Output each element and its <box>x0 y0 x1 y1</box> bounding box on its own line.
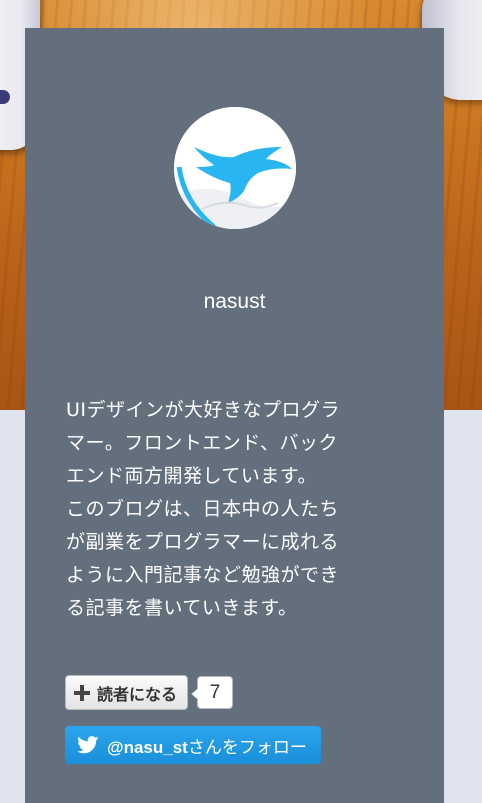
twitter-follow-label: @nasu_stさんをフォロー <box>107 733 307 758</box>
bio-line: このブログは、日本中の人たち <box>66 498 340 520</box>
twitter-follow-button[interactable]: @nasu_stさんをフォロー <box>65 726 321 764</box>
profile-bio: UIデザインが大好きなプログラ マー。フロントエンド、バック エンド両方開発して… <box>66 394 406 625</box>
bio-line: マー。フロントエンド、バック <box>66 432 339 454</box>
subscriber-count: 7 <box>191 676 234 709</box>
avatar[interactable] <box>174 107 296 229</box>
subscribe-widget: 読者になる 7 <box>65 675 234 710</box>
profile-username[interactable]: nasust <box>25 290 444 314</box>
blog-sidebar-page: nasust UIデザインが大好きなプログラ マー。フロントエンド、バック エン… <box>0 0 482 803</box>
bio-line: UIデザインが大好きなプログラ <box>66 399 341 421</box>
subscribe-button[interactable]: 読者になる <box>65 675 189 710</box>
twitter-follow-suffix: さんをフォロー <box>187 737 307 758</box>
twitter-bird-icon <box>77 736 99 754</box>
plus-icon <box>74 684 90 701</box>
bio-line: ように入門記事など勉強ができ <box>66 564 340 586</box>
book-cover-edge <box>0 90 10 104</box>
profile-card: nasust UIデザインが大好きなプログラ マー。フロントエンド、バック エン… <box>25 28 444 803</box>
subscribe-label: 読者になる <box>97 684 178 704</box>
swallow-logo-icon <box>174 107 296 229</box>
twitter-handle: @nasu_st <box>107 737 188 757</box>
bio-line: る記事を書いていきます。 <box>66 597 298 619</box>
bio-line: エンド両方開発しています。 <box>66 465 318 487</box>
bio-line: が副業をプログラマーに成れる <box>66 531 340 553</box>
